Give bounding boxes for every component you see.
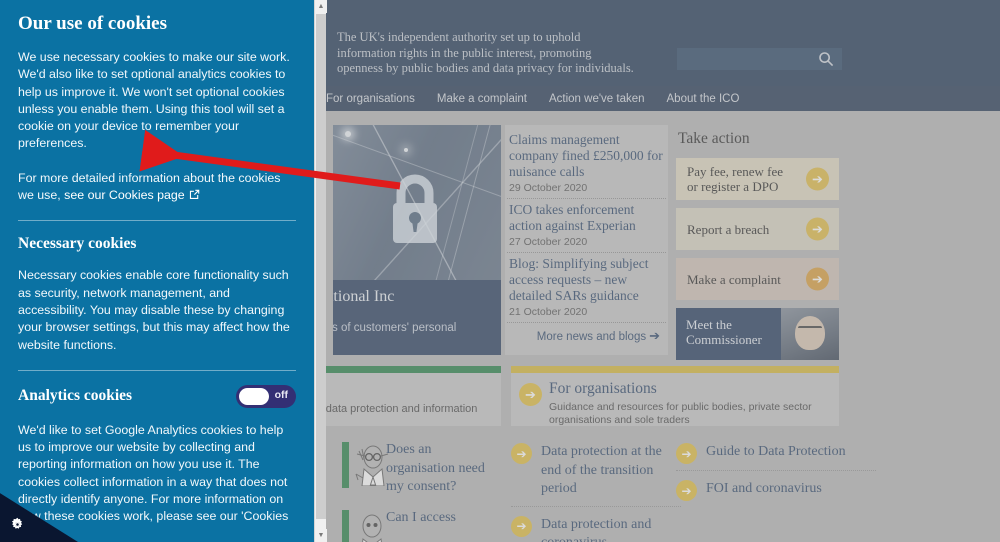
necessary-cookies-body: Necessary cookies enable core functional… (18, 268, 290, 352)
cookie-settings-corner-widget[interactable] (0, 476, 78, 542)
list-item[interactable]: ➔ FOI and coronavirus (676, 470, 876, 506)
news-date: 21 October 2020 (509, 306, 588, 318)
cookie-banner-more-info: For more detailed information about the … (18, 170, 296, 205)
take-action-heading: Take action (678, 130, 750, 147)
news-date: 29 October 2020 (509, 182, 588, 194)
man-pointing-illustration (355, 445, 389, 486)
hero-title: rnational Inc (333, 288, 395, 305)
accent-bar (342, 509, 349, 542)
faq-label: Can I access (386, 509, 456, 525)
list-item[interactable]: Can I access (326, 502, 501, 542)
scrollbar-thumb[interactable] (316, 14, 326, 519)
arrow-right-icon: ➔ (806, 167, 829, 191)
analytics-cookies-toggle[interactable]: off (236, 384, 296, 408)
news-title[interactable]: Claims management company fined £250,000… (509, 132, 664, 180)
toggle-knob (239, 387, 269, 405)
take-action-make-complaint-button[interactable]: Make a complaint ➔ (676, 258, 839, 300)
take-action-label: Pay fee, renew fee or register a DPO (687, 164, 783, 194)
cookies-page-link[interactable]: see our Cookies page (64, 188, 200, 202)
hero-feature[interactable]: rnational Inc illions of customers' pers… (333, 125, 501, 355)
card-organisations-subtitle: Guidance and resources for public bodies… (549, 401, 812, 426)
faq-label: Does an organisation need my consent? (386, 442, 485, 494)
hero-subtitle: illions of customers' personal (333, 322, 457, 334)
cookie-consent-banner: Our use of cookies We use necessary cook… (0, 0, 314, 542)
link-label: Data protection at the end of the transi… (541, 444, 662, 496)
page-scrollbar[interactable]: ▲ ▼ (314, 0, 327, 542)
nav-item-for-organisations[interactable]: For organisations (326, 93, 415, 105)
cookie-banner-intro: We use necessary cookies to make our sit… (18, 50, 290, 151)
arrow-right-icon: ➔ (676, 443, 697, 464)
take-action-panel: Take action Pay fee, renew fee or regist… (676, 125, 839, 360)
news-title[interactable]: Blog: Simplifying subject access request… (509, 256, 664, 304)
arrow-right-icon: ➔ (649, 328, 660, 343)
arrow-right-icon: ➔ (511, 443, 532, 464)
news-item[interactable]: Blog: Simplifying subject access request… (507, 252, 666, 322)
cookies-page-link-label: see our Cookies page (64, 188, 185, 203)
news-date: 27 October 2020 (509, 236, 588, 248)
list-item[interactable]: ➔ Data protection at the end of the tran… (511, 434, 681, 506)
card-organisations-title[interactable]: For organisations (549, 380, 657, 398)
arrow-right-icon: ➔ (519, 383, 542, 406)
cookie-banner-heading: Our use of cookies (18, 13, 168, 34)
search-icon[interactable] (818, 51, 834, 67)
take-action-report-breach-button[interactable]: Report a breach ➔ (676, 208, 839, 250)
link-label: FOI and coronavirus (706, 481, 822, 496)
take-action-label: Make a complaint (687, 271, 781, 287)
take-action-label: Report a breach (687, 221, 770, 237)
arrow-right-icon: ➔ (806, 217, 829, 241)
more-news-link[interactable]: More news and blogs ➔ (507, 322, 666, 348)
news-item[interactable]: ICO takes enforcement action against Exp… (507, 198, 666, 252)
news-panel: Claims management company fined £250,000… (505, 125, 668, 355)
external-link-icon (189, 188, 200, 200)
arrow-right-icon: ➔ (676, 480, 697, 501)
take-action-pay-fee-button[interactable]: Pay fee, renew fee or register a DPO ➔ (676, 158, 839, 200)
person-illustration (362, 514, 382, 542)
divider (18, 220, 296, 222)
scroll-down-arrow-icon[interactable]: ▼ (315, 529, 327, 542)
gear-icon[interactable] (9, 516, 26, 533)
necessary-cookies-heading: Necessary cookies (18, 235, 137, 253)
padlock-icon (393, 174, 437, 243)
nav-item-action-weve-taken[interactable]: Action we've taken (549, 93, 645, 105)
list-item[interactable]: ➔ Data protection and coronavirus (511, 505, 681, 542)
commissioner-line2: Commissioner (686, 332, 762, 347)
link-label: Data protection and coronavirus (541, 516, 652, 542)
arrow-right-icon: ➔ (511, 515, 532, 537)
card-individuals-subtitle: r data protection and information (319, 403, 478, 415)
faq-link-list: Does an organisation need my consent? Ca… (326, 434, 501, 542)
hero-caption: rnational Inc illions of customers' pers… (333, 280, 501, 355)
link-label: Guide to Data Protection (706, 444, 846, 459)
news-title[interactable]: ICO takes enforcement action against Exp… (509, 202, 664, 234)
scroll-up-arrow-icon[interactable]: ▲ (315, 0, 327, 13)
site-tagline: The UK's independent authority set up to… (337, 30, 634, 75)
nav-item-about-the-ico[interactable]: About the ICO (667, 93, 740, 105)
right-link-list: ➔ Guide to Data Protection ➔ FOI and cor… (676, 434, 876, 506)
analytics-cookies-heading: Analytics cookies (18, 387, 133, 405)
arrow-right-icon: ➔ (806, 267, 829, 291)
card-for-organisations[interactable]: ➔ For organisations Guidance and resourc… (511, 366, 839, 426)
list-item[interactable]: ➔ Guide to Data Protection (676, 434, 876, 470)
toggle-state-label: off (274, 388, 288, 401)
meet-the-commissioner-card[interactable]: Meet the Commissioner (676, 308, 839, 360)
accent-bar (342, 442, 349, 488)
list-item[interactable]: Does an organisation need my consent? (326, 434, 501, 502)
commissioner-line1: Meet the (686, 317, 732, 332)
news-item[interactable]: Claims management company fined £250,000… (507, 129, 666, 198)
divider (18, 369, 296, 371)
mid-link-list: ➔ Data protection at the end of the tran… (511, 434, 681, 542)
commissioner-portrait (781, 308, 839, 360)
more-news-label: More news and blogs (536, 331, 647, 343)
card-for-individuals[interactable]: r data protection and information (319, 366, 501, 426)
nav-item-make-a-complaint[interactable]: Make a complaint (437, 93, 527, 105)
